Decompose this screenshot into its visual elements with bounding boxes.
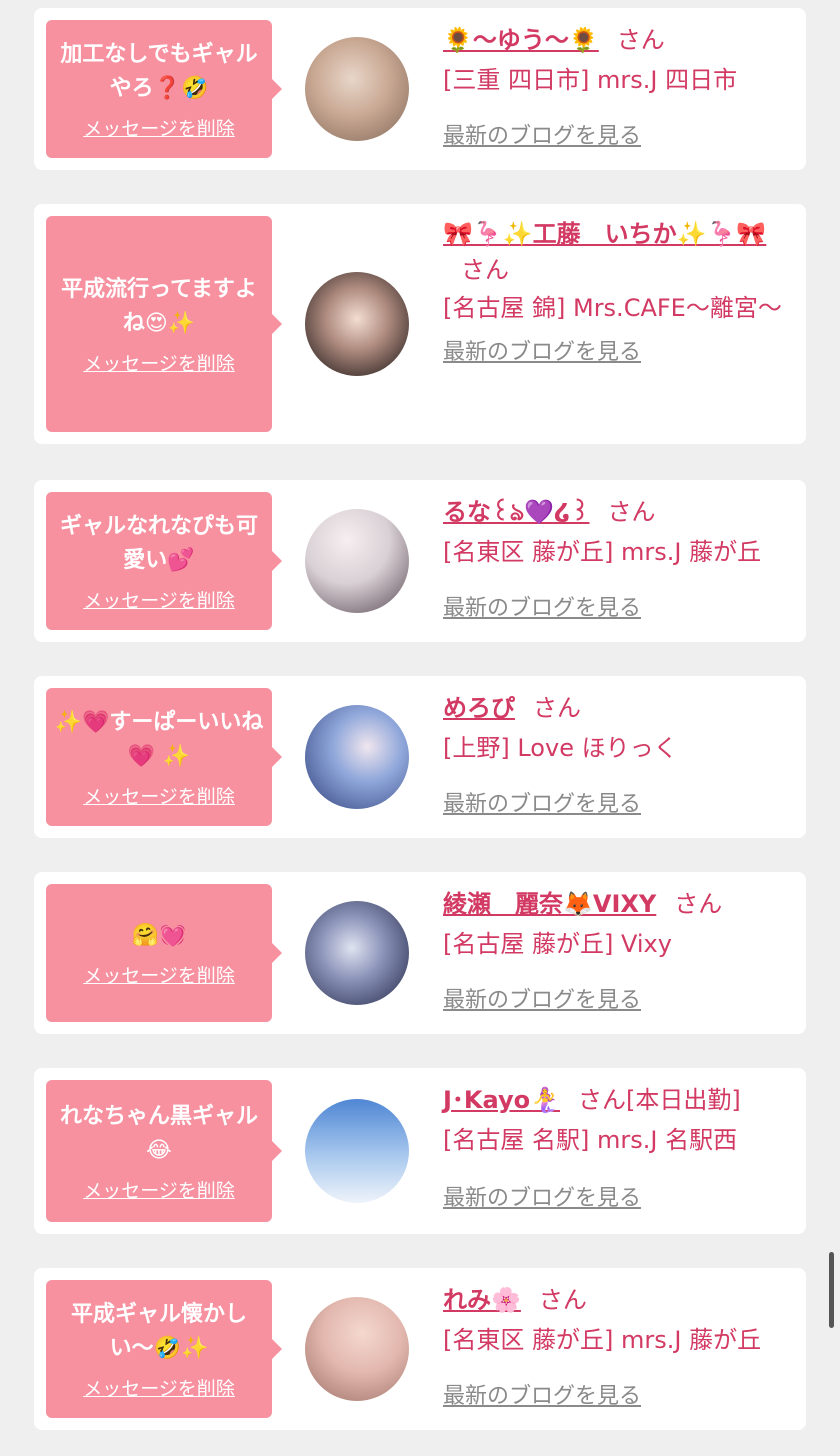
delete-message-link[interactable]: メッセージを削除 [83, 586, 235, 613]
honorific: さん [461, 256, 509, 284]
delete-message-link[interactable]: メッセージを削除 [83, 961, 235, 988]
message-bubble: 🤗💓 メッセージを削除 [46, 884, 272, 1022]
profile-name-link[interactable]: 🌻〜ゆう〜🌻 [443, 26, 599, 54]
delete-message-link[interactable]: メッセージを削除 [83, 1176, 235, 1203]
profile-info: 🌻〜ゆう〜🌻 さん [三重 四日市] mrs.J 四日市 最新のブログを見る [443, 22, 794, 152]
delete-message-link[interactable]: メッセージを削除 [83, 349, 235, 376]
shop-location: [上野] Love ほりっく [443, 734, 678, 762]
message-bubble: 加工なしでもギャルやろ❓🤣 メッセージを削除 [46, 20, 272, 158]
profile-info: 綾瀬 麗奈🦊VIXY さん [名古屋 藤が丘] Vixy 最新のブログを見る [443, 886, 794, 1016]
list-item: 平成ギャル懐かしい〜🤣✨ メッセージを削除 れみ🌸 さん [名東区 藤が丘] mr… [34, 1268, 806, 1430]
profile-name-link[interactable]: 綾瀬 麗奈🦊VIXY [443, 890, 656, 918]
list-item: 平成流行ってますよね😍✨ メッセージを削除 🎀🦩✨工藤 いちか✨🦩🎀 さん [名古… [34, 204, 806, 444]
shop-location: [名古屋 名駅] mrs.J 名駅西 [443, 1126, 738, 1154]
name-line: れみ🌸 さん [443, 1282, 794, 1318]
profile-name-link[interactable]: 🎀🦩✨工藤 いちか✨🦩🎀 [443, 220, 766, 248]
status-suffix: [本日出勤] [626, 1086, 741, 1114]
name-line: 🌻〜ゆう〜🌻 さん [443, 22, 794, 58]
list-item: 加工なしでもギャルやろ❓🤣 メッセージを削除 🌻〜ゆう〜🌻 さん [三重 四日市]… [34, 8, 806, 170]
list-item: れなちゃん黒ギャル😂 メッセージを削除 J･Kayo🧜‍♀️ さん[本日出勤] [… [34, 1068, 806, 1234]
avatar[interactable] [305, 705, 409, 809]
name-line: るな꒰ঌ💜໒꒱ さん [443, 494, 794, 530]
honorific: さん [538, 1286, 587, 1314]
latest-blog-link[interactable]: 最新のブログを見る [443, 338, 641, 368]
profile-info: 🎀🦩✨工藤 いちか✨🦩🎀 さん [名古屋 錦] Mrs.CAFE〜離宮〜 最新のブ… [443, 216, 794, 368]
message-text: れなちゃん黒ギャル😂 [59, 1103, 258, 1163]
avatar[interactable] [305, 901, 409, 1005]
honorific: さん [607, 498, 656, 526]
name-line: 綾瀬 麗奈🦊VIXY さん [443, 886, 794, 922]
message-bubble: 平成ギャル懐かしい〜🤣✨ メッセージを削除 [46, 1280, 272, 1418]
delete-message-link[interactable]: メッセージを削除 [83, 114, 235, 141]
name-line: J･Kayo🧜‍♀️ さん[本日出勤] [443, 1082, 794, 1118]
profile-name-link[interactable]: めろぴ [443, 694, 515, 722]
profile-info: るな꒰ঌ💜໒꒱ さん [名東区 藤が丘] mrs.J 藤が丘 最新のブログを見る [443, 494, 794, 624]
profile-info: れみ🌸 さん [名東区 藤が丘] mrs.J 藤が丘 最新のブログを見る [443, 1282, 794, 1412]
delete-message-link[interactable]: メッセージを削除 [83, 1374, 235, 1401]
avatar[interactable] [305, 272, 409, 376]
latest-blog-link[interactable]: 最新のブログを見る [443, 122, 641, 152]
list-item: ギャルなれなぴも可愛い💕 メッセージを削除 るな꒰ঌ💜໒꒱ さん [名東区 藤が丘… [34, 480, 806, 642]
honorific: さん [578, 1086, 626, 1114]
shop-location: [名古屋 錦] Mrs.CAFE〜離宮〜 [443, 294, 782, 322]
avatar[interactable] [305, 1099, 409, 1203]
name-line: めろぴ さん [443, 690, 794, 726]
shop-location: [三重 四日市] mrs.J 四日市 [443, 66, 738, 94]
shop-location: [名古屋 藤が丘] Vixy [443, 930, 672, 958]
list-item: 🤗💓 メッセージを削除 綾瀬 麗奈🦊VIXY さん [名古屋 藤が丘] Vixy … [34, 872, 806, 1034]
profile-name-link[interactable]: J･Kayo🧜‍♀️ [443, 1086, 560, 1114]
message-text: 🤗💓 [131, 922, 187, 948]
message-text: 平成流行ってますよね😍✨ [61, 276, 257, 336]
avatar[interactable] [305, 509, 409, 613]
message-bubble: ✨💗すーぱーいいね💗 ✨ メッセージを削除 [46, 688, 272, 826]
profile-name-link[interactable]: るな꒰ঌ💜໒꒱ [443, 498, 589, 526]
message-text: 加工なしでもギャルやろ❓🤣 [60, 41, 258, 101]
profile-name-link[interactable]: れみ🌸 [443, 1286, 521, 1314]
message-bubble: ギャルなれなぴも可愛い💕 メッセージを削除 [46, 492, 272, 630]
shop-location: [名東区 藤が丘] mrs.J 藤が丘 [443, 1326, 762, 1354]
profile-info: めろぴ さん [上野] Love ほりっく 最新のブログを見る [443, 690, 794, 820]
latest-blog-link[interactable]: 最新のブログを見る [443, 790, 641, 820]
latest-blog-link[interactable]: 最新のブログを見る [443, 1184, 641, 1214]
honorific: さん [674, 890, 723, 918]
avatar[interactable] [305, 37, 409, 141]
latest-blog-link[interactable]: 最新のブログを見る [443, 986, 641, 1016]
latest-blog-link[interactable]: 最新のブログを見る [443, 594, 641, 624]
avatar[interactable] [305, 1297, 409, 1401]
delete-message-link[interactable]: メッセージを削除 [83, 782, 235, 809]
latest-blog-link[interactable]: 最新のブログを見る [443, 1382, 641, 1412]
honorific: さん [616, 26, 665, 54]
message-bubble: 平成流行ってますよね😍✨ メッセージを削除 [46, 216, 272, 432]
message-text: ギャルなれなぴも可愛い💕 [59, 513, 258, 573]
scrollbar[interactable] [829, 1252, 834, 1328]
message-bubble: れなちゃん黒ギャル😂 メッセージを削除 [46, 1080, 272, 1222]
name-line: 🎀🦩✨工藤 いちか✨🦩🎀 さん [443, 216, 783, 288]
list-item: ✨💗すーぱーいいね💗 ✨ メッセージを削除 めろぴ さん [上野] Love ほり… [34, 676, 806, 838]
message-text: ✨💗すーぱーいいね💗 ✨ [54, 709, 264, 769]
profile-info: J･Kayo🧜‍♀️ さん[本日出勤] [名古屋 名駅] mrs.J 名駅西 最新… [443, 1082, 794, 1214]
honorific: さん [533, 694, 581, 722]
shop-location: [名東区 藤が丘] mrs.J 藤が丘 [443, 538, 762, 566]
message-text: 平成ギャル懐かしい〜🤣✨ [70, 1301, 247, 1361]
